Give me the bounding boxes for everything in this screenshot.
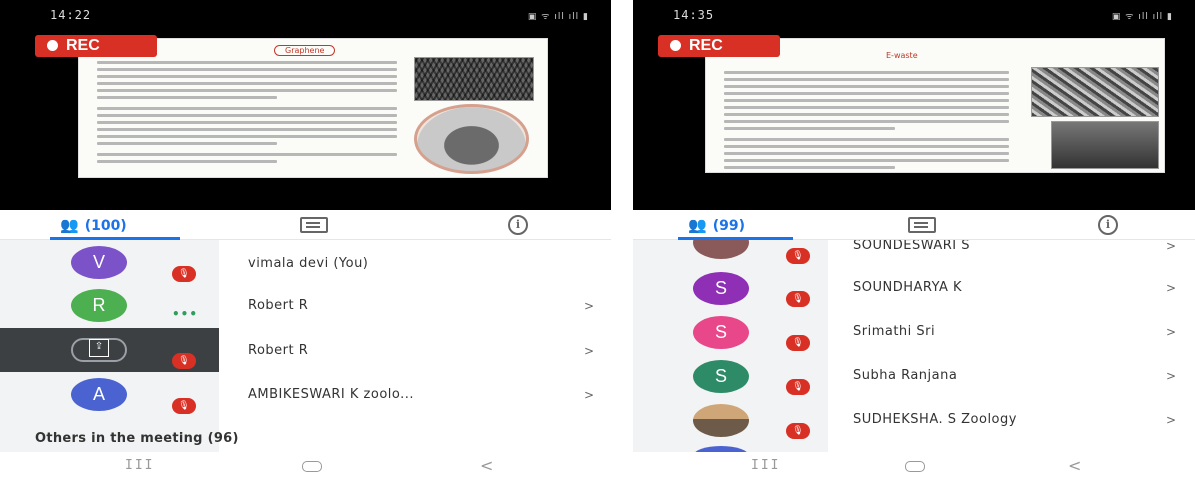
status-time: 14:35 <box>673 8 715 22</box>
home-icon[interactable] <box>302 461 322 472</box>
muted-mic-icon: 🎙 <box>172 398 196 414</box>
android-nav-bar: III < <box>0 452 611 478</box>
participant-name: Subha Ranjana <box>853 368 958 383</box>
divider <box>611 0 633 478</box>
chevron-right-icon[interactable]: > <box>1166 369 1176 383</box>
recent-apps-icon[interactable]: III <box>125 458 154 473</box>
graphene-lattice-image <box>414 57 534 101</box>
participant-row[interactable]: 🎙 SUDHEKSHA. S Zoology > <box>633 402 1195 446</box>
recording-indicator: REC <box>658 35 780 57</box>
elephant-image <box>414 104 529 174</box>
speaking-indicator-icon: ••• <box>172 307 199 321</box>
recording-indicator: REC <box>35 35 157 57</box>
presentation-video: 14:35 ▣ ᯤ ıll ıll ▮ E-waste REC <box>633 0 1195 210</box>
slide-title: E-waste <box>886 51 918 60</box>
rec-label: REC <box>66 37 100 54</box>
slide-title: Graphene <box>274 45 336 56</box>
present-screen-icon <box>71 338 127 362</box>
participant-name: AMBIKESWARI K zoolo... <box>248 387 415 402</box>
avatar: S <box>693 272 749 305</box>
participant-row[interactable]: 🎙 SOUNDESWARI S > <box>633 240 1195 270</box>
rec-label: REC <box>689 37 723 54</box>
rec-dot-icon <box>670 40 681 51</box>
participant-name: vimala devi (You) <box>248 256 369 271</box>
participant-name: Robert R <box>248 343 309 358</box>
participant-row[interactable]: S 🎙 Srimathi Sri > <box>633 314 1195 358</box>
participant-name: SUDHEKSHA. S Zoology <box>853 412 1017 427</box>
chevron-right-icon[interactable]: > <box>1166 325 1176 339</box>
status-bar: 14:35 ▣ ᯤ ıll ıll ▮ <box>633 0 1195 30</box>
shared-slide: Graphene <box>78 38 548 178</box>
status-icons: ▣ ᯤ ıll ıll ▮ <box>527 12 589 22</box>
participant-name: Robert R <box>248 298 309 313</box>
tab-info-icon[interactable]: i <box>1098 215 1118 235</box>
muted-mic-icon: 🎙 <box>786 335 810 351</box>
muted-mic-icon: 🎙 <box>786 379 810 395</box>
e-waste-pile-image <box>1031 67 1159 117</box>
muted-mic-icon: 🎙 <box>786 248 810 264</box>
avatar: S <box>693 316 749 349</box>
people-count: (99) <box>712 218 745 234</box>
status-icons: ▣ ᯤ ıll ıll ▮ <box>1111 12 1173 22</box>
chevron-right-icon[interactable]: > <box>584 388 594 402</box>
participant-row[interactable]: V 🎙 vimala devi (You) <box>0 241 611 285</box>
avatar <box>693 404 749 437</box>
participant-list: 🎙 SOUNDESWARI S > S 🎙 SOUNDHARYA K > S 🎙… <box>633 240 1195 452</box>
back-icon[interactable]: < <box>480 456 493 475</box>
tab-chat-icon[interactable] <box>300 217 328 233</box>
tab-chat-icon[interactable] <box>908 217 936 233</box>
chevron-right-icon[interactable]: > <box>1166 413 1176 427</box>
avatar <box>693 240 749 259</box>
people-count: (100) <box>84 218 127 234</box>
chevron-right-icon[interactable]: > <box>584 344 594 358</box>
muted-mic-icon: 🎙 <box>172 266 196 282</box>
status-bar: 14:22 ▣ ᯤ ıll ıll ▮ <box>0 0 611 30</box>
people-icon: 👥 <box>688 216 707 234</box>
participant-row[interactable]: S 🎙 SOUNDHARYA K > <box>633 270 1195 314</box>
people-icon: 👥 <box>60 216 79 234</box>
e-waste-devices-image <box>1051 121 1159 169</box>
tab-people[interactable]: 👥 (100) <box>60 210 127 240</box>
rec-dot-icon <box>47 40 58 51</box>
meeting-tabs: 👥 (100) i <box>0 210 611 240</box>
participant-list: V 🎙 vimala devi (You) R ••• Robert R > 🎙… <box>0 240 611 452</box>
muted-mic-icon: 🎙 <box>172 353 196 369</box>
avatar: R <box>71 289 127 322</box>
home-icon[interactable] <box>905 461 925 472</box>
participant-row[interactable]: A 🎙 AMBIKESWARI K zoolo... > <box>0 374 611 418</box>
muted-mic-icon: 🎙 <box>786 291 810 307</box>
participant-name: SOUNDESWARI S <box>853 240 970 253</box>
meeting-tabs: 👥 (99) i <box>633 210 1195 240</box>
presenting-participant-row[interactable]: 🎙 Robert R > <box>0 328 611 372</box>
others-heading: Others in the meeting (96) <box>35 431 239 446</box>
tab-info-icon[interactable]: i <box>508 215 528 235</box>
avatar: S <box>693 360 749 393</box>
recent-apps-icon[interactable]: III <box>751 458 780 473</box>
android-nav-bar: III < <box>633 452 1195 478</box>
avatar: V <box>71 246 127 279</box>
shared-slide: E-waste <box>705 38 1165 173</box>
left-meeting-screen: 14:22 ▣ ᯤ ıll ıll ▮ Graphene REC 👥 (100) … <box>0 0 611 478</box>
back-icon[interactable]: < <box>1068 456 1081 475</box>
presentation-video: 14:22 ▣ ᯤ ıll ıll ▮ Graphene REC <box>0 0 611 210</box>
chevron-right-icon[interactable]: > <box>1166 240 1176 253</box>
chevron-right-icon[interactable]: > <box>584 299 594 313</box>
chevron-right-icon[interactable]: > <box>1166 281 1176 295</box>
right-meeting-screen: 14:35 ▣ ᯤ ıll ıll ▮ E-waste REC 👥 (99) i … <box>633 0 1195 478</box>
slide-text-block <box>97 61 397 167</box>
participant-row[interactable]: S 🎙 Subha Ranjana > <box>633 358 1195 402</box>
participant-name: SOUNDHARYA K <box>853 280 963 295</box>
tab-people[interactable]: 👥 (99) <box>688 210 745 240</box>
status-time: 14:22 <box>50 8 92 22</box>
participant-row[interactable]: R ••• Robert R > <box>0 285 611 329</box>
slide-text-block <box>724 71 1009 173</box>
muted-mic-icon: 🎙 <box>786 423 810 439</box>
avatar: A <box>71 378 127 411</box>
participant-name: Srimathi Sri <box>853 324 936 339</box>
